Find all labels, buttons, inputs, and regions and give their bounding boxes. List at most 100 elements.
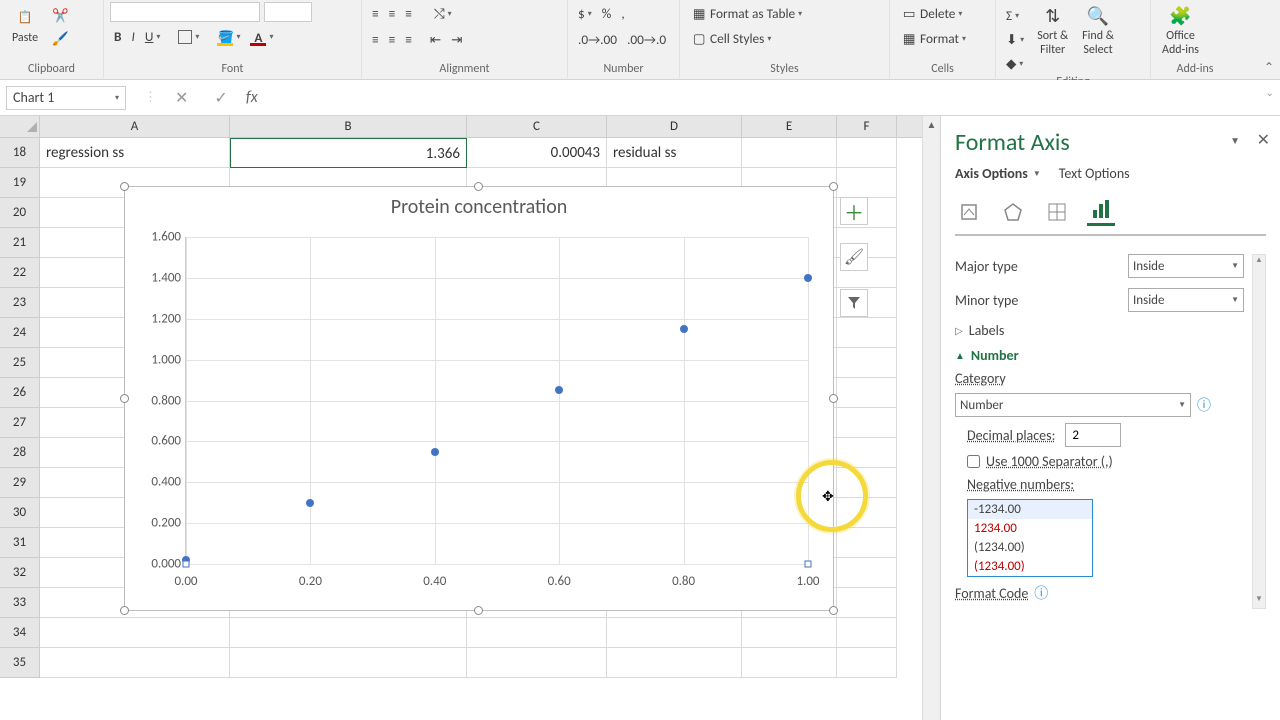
row-header-21[interactable]: 21: [0, 228, 40, 258]
cell-F29[interactable]: [837, 468, 897, 498]
data-point[interactable]: [431, 448, 439, 456]
increase-decimal-button[interactable]: .0→.00: [574, 28, 621, 51]
cell-F33[interactable]: [837, 588, 897, 618]
chart-elements-button[interactable]: ＋: [840, 197, 868, 225]
chart-handle-bl[interactable]: [120, 606, 129, 615]
name-box-dropdown-icon[interactable]: ▾: [115, 93, 119, 103]
data-point[interactable]: [680, 325, 688, 333]
row-header-19[interactable]: 19: [0, 168, 40, 198]
cell-C35[interactable]: [467, 648, 607, 678]
clear-button[interactable]: ◆▾: [1002, 52, 1028, 75]
row-header-33[interactable]: 33: [0, 588, 40, 618]
data-point[interactable]: [306, 499, 314, 507]
format-painter-button[interactable]: 🖌️: [48, 27, 72, 49]
autosum-button[interactable]: Σ▾: [1002, 4, 1028, 27]
cell-E34[interactable]: [742, 618, 837, 648]
row-header-30[interactable]: 30: [0, 498, 40, 528]
embedded-chart[interactable]: Protein concentration0.0000.2000.4000.60…: [124, 186, 834, 611]
row-header-18[interactable]: 18: [0, 138, 40, 168]
cell-D18[interactable]: residual ss: [607, 138, 742, 168]
decrease-indent-button[interactable]: ⇤: [426, 28, 445, 51]
font-color-button[interactable]: A▾: [246, 26, 277, 48]
fill-button[interactable]: ⬇▾: [1002, 28, 1028, 51]
cell-E35[interactable]: [742, 648, 837, 678]
percent-button[interactable]: %: [598, 2, 616, 25]
col-header-F[interactable]: F: [837, 116, 897, 137]
fill-color-button[interactable]: 🪣▾: [213, 26, 244, 48]
chart-handle-tr[interactable]: [829, 182, 838, 191]
align-bottom-button[interactable]: ≡: [401, 2, 416, 25]
neg-option-1[interactable]: 1234.00: [968, 519, 1092, 538]
cell-F28[interactable]: [837, 438, 897, 468]
row-header-31[interactable]: 31: [0, 528, 40, 558]
cell-F18[interactable]: [837, 138, 897, 168]
neg-option-3[interactable]: (1234.00): [968, 557, 1092, 576]
formula-input[interactable]: [268, 86, 1272, 110]
neg-option-0[interactable]: -1234.00: [968, 500, 1092, 519]
axis-options-icon[interactable]: [1087, 198, 1115, 226]
chart-title[interactable]: Protein concentration: [125, 195, 833, 219]
align-center-button[interactable]: ≡: [385, 28, 400, 51]
chart-handle-bm[interactable]: [474, 606, 483, 615]
cell-C34[interactable]: [467, 618, 607, 648]
cell-A18[interactable]: regression ss: [40, 138, 230, 168]
row-header-26[interactable]: 26: [0, 378, 40, 408]
cell-E18[interactable]: [742, 138, 837, 168]
minor-type-select[interactable]: Inside▼: [1128, 288, 1244, 312]
cell-B35[interactable]: [230, 648, 467, 678]
sort-filter-button[interactable]: ⇅Sort & Filter: [1032, 2, 1073, 60]
effects-icon[interactable]: [999, 198, 1027, 226]
cell-F30[interactable]: [837, 498, 897, 528]
comma-button[interactable]: ,: [617, 2, 628, 25]
decrease-decimal-button[interactable]: .00→.0: [623, 28, 670, 51]
data-point[interactable]: [555, 386, 563, 394]
currency-button[interactable]: $▾: [574, 2, 596, 25]
axis-options-tab[interactable]: Axis Options ▼: [955, 165, 1041, 186]
chart-handle-tl[interactable]: [120, 182, 129, 191]
chart-styles-button[interactable]: 🖌: [840, 243, 868, 271]
data-point[interactable]: [804, 274, 812, 282]
cut-button[interactable]: ✂️: [48, 4, 72, 26]
text-options-tab[interactable]: Text Options: [1059, 165, 1130, 186]
pane-scrollbar[interactable]: ▲ ▼: [1252, 254, 1266, 609]
thousand-separator-checkbox[interactable]: [967, 455, 980, 468]
cell-F27[interactable]: [837, 408, 897, 438]
decimal-places-input[interactable]: [1065, 423, 1121, 447]
number-section-header[interactable]: ▲Number: [955, 347, 1244, 364]
fx-icon[interactable]: fx: [246, 88, 258, 107]
chart-handle-br[interactable]: [829, 606, 838, 615]
find-select-button[interactable]: 🔍Find & Select: [1077, 2, 1119, 60]
increase-indent-button[interactable]: ⇥: [447, 28, 466, 51]
chart-handle-mr[interactable]: [829, 394, 838, 403]
pane-close-button[interactable]: ✕: [1257, 130, 1270, 150]
row-header-25[interactable]: 25: [0, 348, 40, 378]
cell-A34[interactable]: [40, 618, 230, 648]
cell-F31[interactable]: [837, 528, 897, 558]
axis-selection-handle[interactable]: [805, 561, 812, 568]
align-left-button[interactable]: ≡: [368, 28, 383, 51]
cell-F34[interactable]: [837, 618, 897, 648]
cell-D35[interactable]: [607, 648, 742, 678]
negative-numbers-list[interactable]: -1234.00 1234.00 (1234.00) (1234.00): [967, 499, 1093, 577]
select-all-corner[interactable]: [0, 116, 40, 137]
cell-F25[interactable]: [837, 348, 897, 378]
pane-scroll-up[interactable]: ▲: [1253, 255, 1265, 269]
cancel-formula-button[interactable]: ✕: [167, 86, 196, 110]
formula-bar-expand[interactable]: ⌄: [1266, 86, 1274, 99]
collapse-ribbon-button[interactable]: ⌃: [1264, 60, 1274, 75]
col-header-A[interactable]: A: [40, 116, 230, 137]
row-header-28[interactable]: 28: [0, 438, 40, 468]
col-header-E[interactable]: E: [742, 116, 837, 137]
row-header-22[interactable]: 22: [0, 258, 40, 288]
cell-A35[interactable]: [40, 648, 230, 678]
paste-button[interactable]: 📋 Paste: [6, 2, 44, 48]
name-box[interactable]: Chart 1 ▾: [6, 86, 126, 110]
labels-section-header[interactable]: ▷Labels: [955, 322, 1244, 339]
fill-line-icon[interactable]: [955, 198, 983, 226]
cell-C18[interactable]: 0.00043: [467, 138, 607, 168]
pane-scroll-down[interactable]: ▼: [1253, 594, 1265, 608]
align-right-button[interactable]: ≡: [401, 28, 416, 51]
cell-F35[interactable]: [837, 648, 897, 678]
cell-F32[interactable]: [837, 558, 897, 588]
orientation-button[interactable]: ⤭▾: [430, 2, 456, 25]
